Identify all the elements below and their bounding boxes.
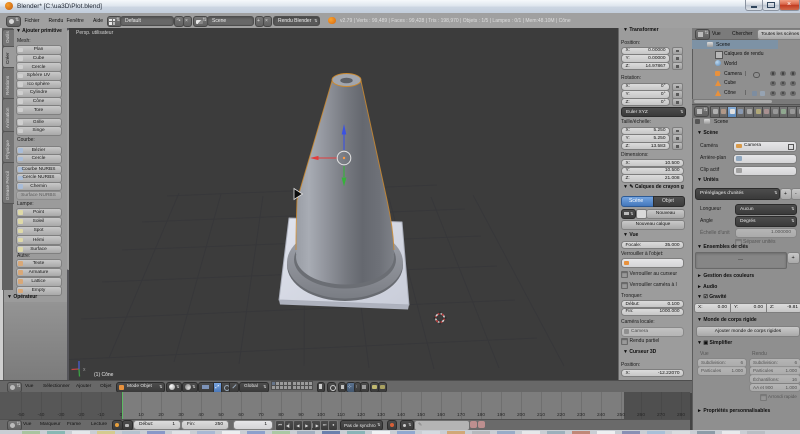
svg-text:x: x <box>83 367 86 373</box>
